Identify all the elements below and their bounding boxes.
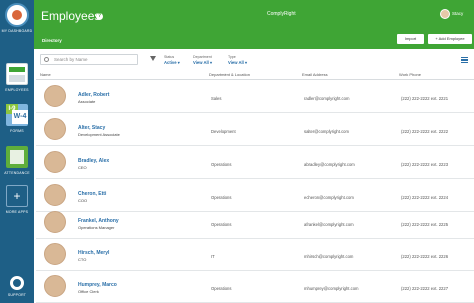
status-filter-select[interactable]: Active ▾	[164, 60, 180, 65]
employee-avatar	[44, 211, 66, 233]
employee-avatar	[44, 118, 66, 140]
column-header-phone[interactable]: Work Phone	[399, 72, 421, 77]
user-menu[interactable]: Stacy	[452, 11, 463, 16]
employee-title: Associate	[78, 99, 96, 104]
add-employee-button[interactable]: + Add Employee	[428, 34, 472, 44]
employee-name-link[interactable]: Bradley, Alex	[78, 158, 109, 164]
nav-employees-label[interactable]: EMPLOYEES	[0, 88, 34, 92]
employee-phone: (222) 222-2222 ext. 2222	[401, 129, 449, 134]
forms-app-icon[interactable]: I-9 W-4	[6, 104, 28, 126]
employee-name-link[interactable]: Cheron, Etti	[78, 191, 106, 197]
employees-app-icon[interactable]	[6, 63, 28, 85]
nav-attendance-label[interactable]: ATTENDANCE	[0, 171, 34, 175]
employee-email: abradley@complyright.com	[304, 162, 355, 167]
employee-name-link[interactable]: Humprey, Marco	[78, 282, 117, 288]
employee-avatar	[44, 243, 66, 265]
left-nav: MY DASHBOARD EMPLOYEES I-9 W-4 FORMS ATT…	[0, 0, 34, 303]
employee-email: afrankel@complyright.com	[304, 222, 354, 227]
employee-title: Development Associate	[78, 132, 120, 137]
table-header: Name ↕ Department & Location Email Addre…	[36, 70, 474, 80]
help-icon[interactable]: ?	[96, 13, 103, 20]
table-row[interactable]: Humprey, Marco Office Clerk Operations m…	[36, 270, 474, 303]
employee-title: COO	[78, 198, 88, 203]
employee-name-link[interactable]: Adler, Robert	[78, 92, 109, 98]
employee-name-link[interactable]: Hirsch, Meryl	[78, 250, 109, 256]
employee-department: Operations	[211, 286, 232, 291]
employee-department: Sales	[211, 96, 222, 101]
attendance-app-icon[interactable]	[6, 146, 28, 168]
nav-more-apps-label[interactable]: MORE APPS	[0, 210, 34, 214]
employee-avatar	[44, 184, 66, 206]
employee-title: Operations Manager	[78, 225, 115, 230]
filter-icon[interactable]	[150, 56, 156, 61]
breadcrumb[interactable]: Directory	[42, 38, 62, 43]
list-view-icon[interactable]	[461, 57, 468, 63]
employee-department: Operations	[211, 162, 232, 167]
employee-avatar	[44, 85, 66, 107]
app-root: MY DASHBOARD EMPLOYEES I-9 W-4 FORMS ATT…	[0, 0, 474, 303]
table-row[interactable]: Frankel, Anthony Operations Manager Oper…	[36, 206, 474, 239]
employee-title: CTO	[78, 257, 87, 262]
more-apps-icon[interactable]: +	[6, 185, 28, 207]
employee-name-link[interactable]: Frankel, Anthony	[78, 218, 119, 224]
employee-email: radler@complyright.com	[304, 96, 350, 101]
employee-email: echeron@complyright.com	[304, 195, 354, 200]
type-filter-label: Type	[228, 55, 236, 59]
support-lifebuoy-icon[interactable]	[10, 276, 24, 290]
employee-email: salter@complyright.com	[304, 129, 349, 134]
employee-phone: (222) 222-2222 ext. 2221	[401, 96, 449, 101]
employee-title: Office Clerk	[78, 289, 99, 294]
employee-phone: (222) 222-2222 ext. 2225	[401, 222, 449, 227]
employee-email: mhirsch@complyright.com	[304, 254, 354, 259]
department-filter-label: Department	[193, 55, 212, 59]
table-row[interactable]: Adler, Robert Associate Sales radler@com…	[36, 80, 474, 113]
user-avatar[interactable]	[440, 9, 450, 19]
employee-title: CEO	[78, 165, 87, 170]
department-filter-select[interactable]: View All ▾	[193, 60, 212, 65]
table-row[interactable]: Hirsch, Meryl CTO IT mhirsch@complyright…	[36, 238, 474, 271]
nav-support-label[interactable]: SUPPORT	[0, 293, 34, 297]
nav-dashboard-label[interactable]: MY DASHBOARD	[0, 29, 34, 33]
company-name: ComplyRight	[267, 11, 296, 17]
employee-name-link[interactable]: Alter, Stacy	[78, 125, 105, 131]
status-filter-label: Status	[164, 55, 175, 59]
column-header-name[interactable]: Name	[40, 72, 51, 77]
employee-department: IT	[211, 254, 215, 259]
employee-department: Operations	[211, 195, 232, 200]
table-row[interactable]: Bradley, Alex CEO Operations abradley@co…	[36, 146, 474, 179]
column-header-email[interactable]: Email Address	[302, 72, 328, 77]
employee-avatar	[44, 151, 66, 173]
employee-phone: (222) 222-2222 ext. 2224	[401, 195, 449, 200]
nav-forms-label[interactable]: FORMS	[0, 129, 34, 133]
employee-phone: (222) 222-2222 ext. 2223	[401, 162, 449, 167]
w4-form-icon: W-4	[12, 110, 28, 124]
employee-avatar	[44, 275, 66, 297]
page-header: Employees ? ComplyRight Stacy Directory …	[34, 0, 474, 49]
import-button[interactable]: Import	[397, 34, 424, 44]
type-filter-select[interactable]: View All ▾	[228, 60, 247, 65]
employee-department: Operations	[211, 222, 232, 227]
employee-phone: (222) 222-2222 ext. 2226	[401, 254, 449, 259]
employee-department: Development	[211, 129, 236, 134]
employee-email: mhumprey@complyright.com	[304, 286, 359, 291]
search-input[interactable]: Search by Name	[40, 54, 138, 65]
plus-icon: +	[13, 189, 21, 203]
employee-phone: (222) 222-2222 ext. 2227	[401, 286, 449, 291]
table-row[interactable]: Alter, Stacy Development Associate Devel…	[36, 113, 474, 146]
page-title: Employees	[41, 9, 101, 23]
dashboard-logo-icon[interactable]	[5, 3, 29, 27]
column-header-department[interactable]: Department & Location	[209, 72, 250, 77]
